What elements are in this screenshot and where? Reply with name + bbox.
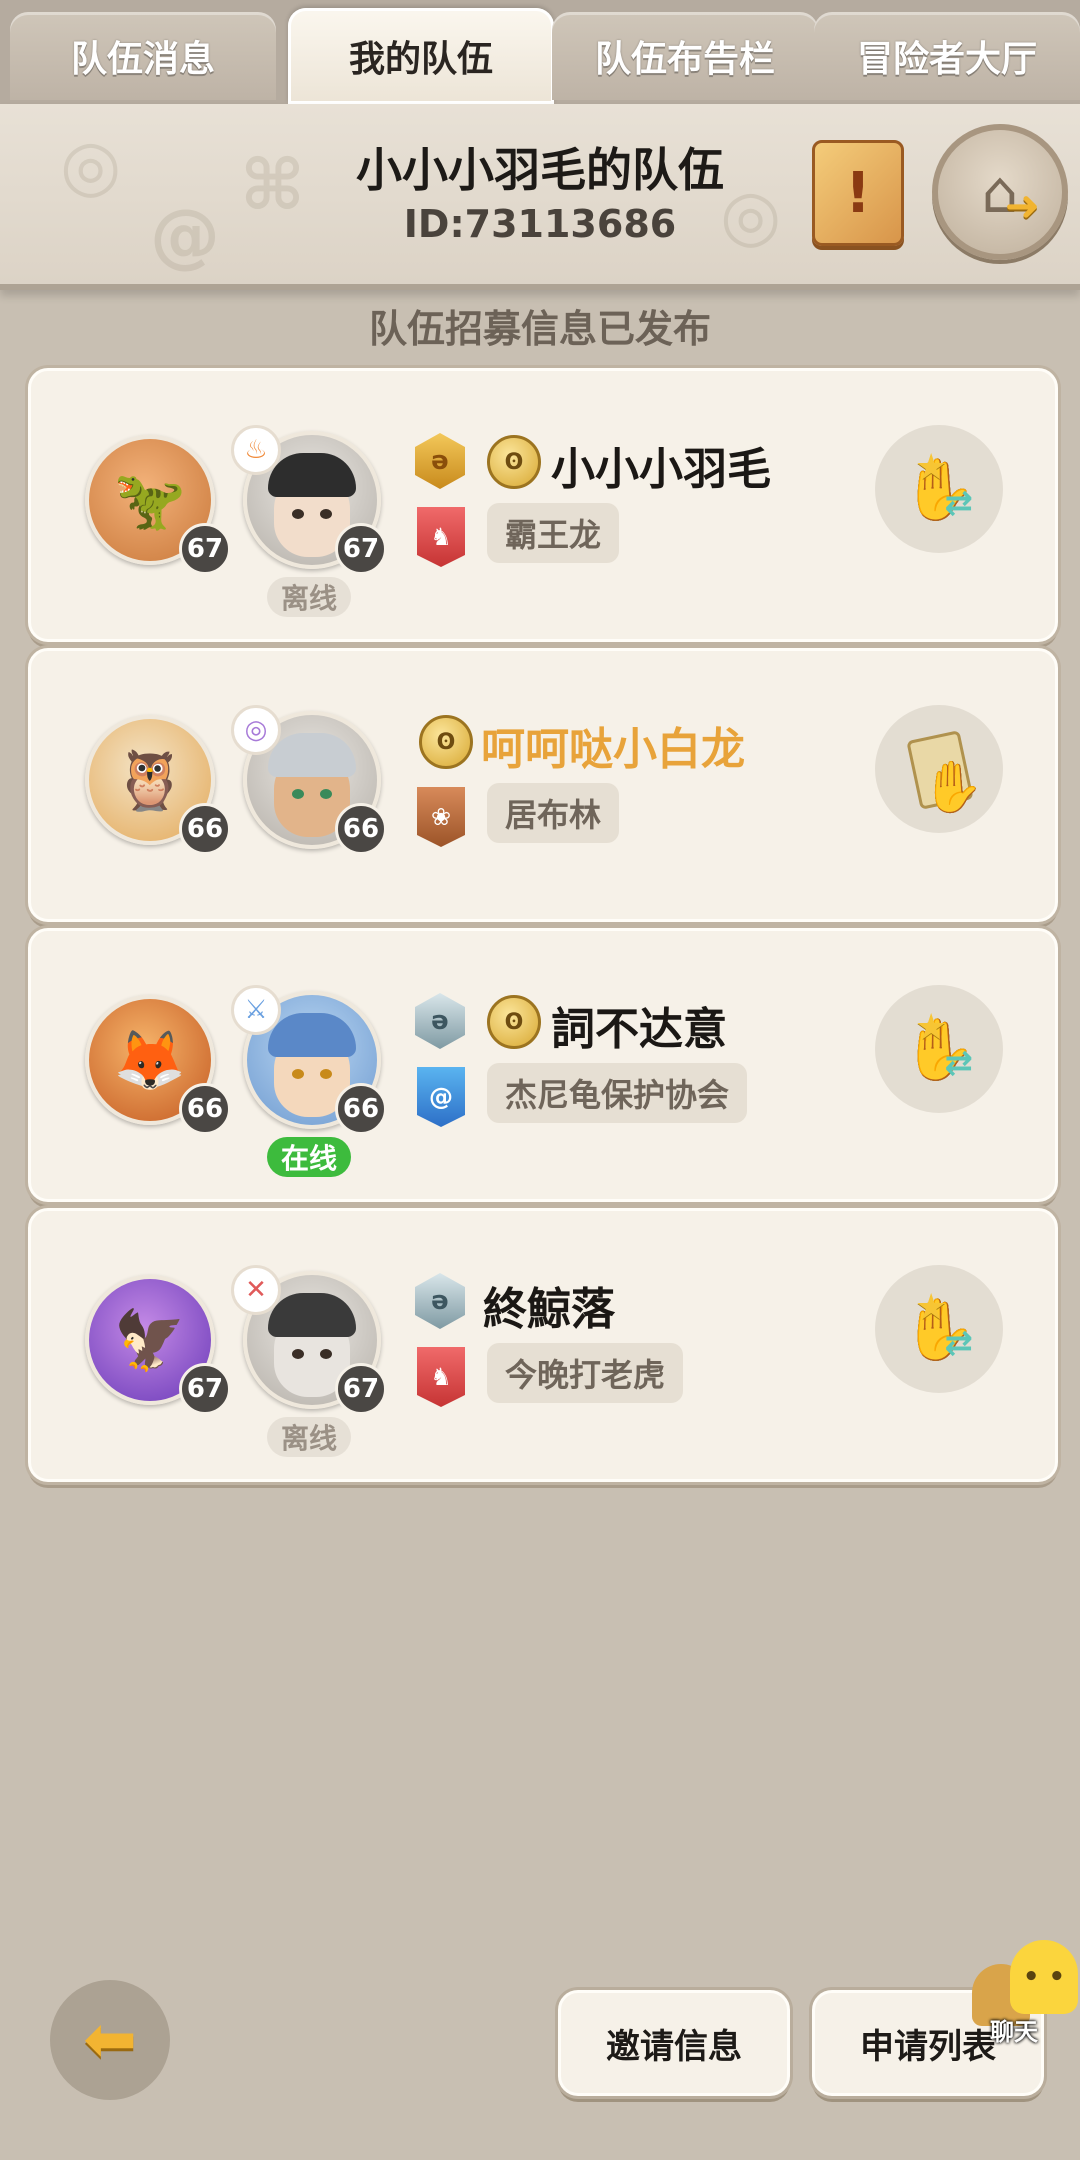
member-card: 🦉 66 ◎ 66 ʘ 呵呵哒小白龙 ❀ 居布林 ✋ [28,648,1058,922]
guild-name: 今晚打老虎 [487,1343,684,1403]
player-name: 呵呵哒小白龙 [481,724,745,775]
team-id: ID:73113686 [403,202,677,246]
tab-my-team[interactable]: 我的队伍 [288,8,554,104]
guild-name: 杰尼龟保护协会 [487,1063,748,1123]
tab-bar: 队伍消息 我的队伍 队伍布告栏 冒险者大厅 [0,0,1080,104]
member-card: 🦖 67 ♨ 67 离线 ə ʘ 小小小羽毛 ♞ 霸王龙 ✋ ★ ⇄ [28,368,1058,642]
hero-level: 66 [335,1083,387,1135]
tab-team-bulletin[interactable]: 队伍布告栏 [552,12,818,100]
team-title: 小小小羽毛的队伍 [356,143,724,197]
member-card: 🦅 67 ✕ 67 离线 ə 終鯨落 ♞ 今晚打老虎 ✋ ★ ⇄ [28,1208,1058,1482]
guild-flag-icon: ❀ [417,787,465,847]
scroll-exclamation-icon[interactable]: ! [812,140,904,246]
hero-level: 67 [335,1363,387,1415]
tab-team-messages[interactable]: 队伍消息 [10,12,276,100]
swap-hand-button[interactable]: ✋ ★ ⇄ [875,985,1003,1113]
pet-level: 66 [179,1083,231,1135]
guild-flag-icon: ♞ [417,507,465,567]
hand-icon: ✋ [921,757,985,816]
arrow-left-icon: ➜ [1004,181,1040,230]
guild-flag-icon: @ [417,1067,465,1127]
pet-level: 67 [179,523,231,575]
chat-button[interactable]: • • 聊天 [972,1940,1078,2046]
swap-hand-button[interactable]: ✋ ★ ⇄ [875,425,1003,553]
swap-hand-button[interactable]: ✋ ★ ⇄ [875,1265,1003,1393]
swap-arrows-icon: ⇄ [944,483,974,523]
silver-rank-icon: ə [415,993,465,1049]
chat-mascot-icon: • • [1010,1940,1078,2014]
pet-coin-icon: ʘ [487,995,541,1049]
fire-class-icon: ♨ [231,425,281,475]
pet-level: 66 [179,803,231,855]
hero-level: 66 [335,803,387,855]
status-badge: 离线 [267,1417,352,1457]
player-name: 詞不达意 [551,1004,727,1055]
exit-team-button[interactable]: ⌂ ➜ [932,124,1068,260]
silver-rank-icon: ə [415,1273,465,1329]
guild-name: 居布林 [487,783,620,843]
recruit-status-text: 队伍招募信息已发布 [368,307,711,351]
sword-class-icon: ⚔ [231,985,281,1035]
guild-flag-icon: ♞ [417,1347,465,1407]
player-name: 終鯨落 [483,1284,615,1335]
swap-arrows-icon: ⇄ [944,1323,974,1363]
pet-coin-icon: ʘ [419,715,473,769]
team-header: ◎ ⌘ @ ◎ 小小小羽毛的队伍 ID:73113686 ! ⌂ ➜ [0,104,1080,290]
status-badge: 离线 [267,577,352,617]
card-hand-button[interactable]: ✋ [875,705,1003,833]
member-card: 🦊 66 ⚔ 66 在线 ə ʘ 詞不达意 @ 杰尼龟保护协会 ✋ ★ ⇄ [28,928,1058,1202]
pet-level: 67 [179,1363,231,1415]
invite-info-button[interactable]: 邀请信息 [558,1990,790,2096]
star-icon: ★ [915,447,948,488]
swap-arrows-icon: ⇄ [944,1043,974,1083]
player-name: 小小小羽毛 [551,444,771,495]
tab-adventurer-hall[interactable]: 冒险者大厅 [814,12,1080,100]
status-badge: 在线 [267,1137,352,1177]
star-icon: ★ [915,1007,948,1048]
chat-label: 聊天 [990,2018,1038,2046]
axe-class-icon: ✕ [231,1265,281,1315]
pet-coin-icon: ʘ [487,435,541,489]
back-arrow-icon: ⬅ [83,2003,137,2077]
star-icon: ★ [915,1287,948,1328]
gold-rank-icon: ə [415,433,465,489]
hero-level: 67 [335,523,387,575]
back-button[interactable]: ⬅ [50,1980,170,2100]
guild-name: 霸王龙 [487,503,620,563]
magic-class-icon: ◎ [231,705,281,755]
